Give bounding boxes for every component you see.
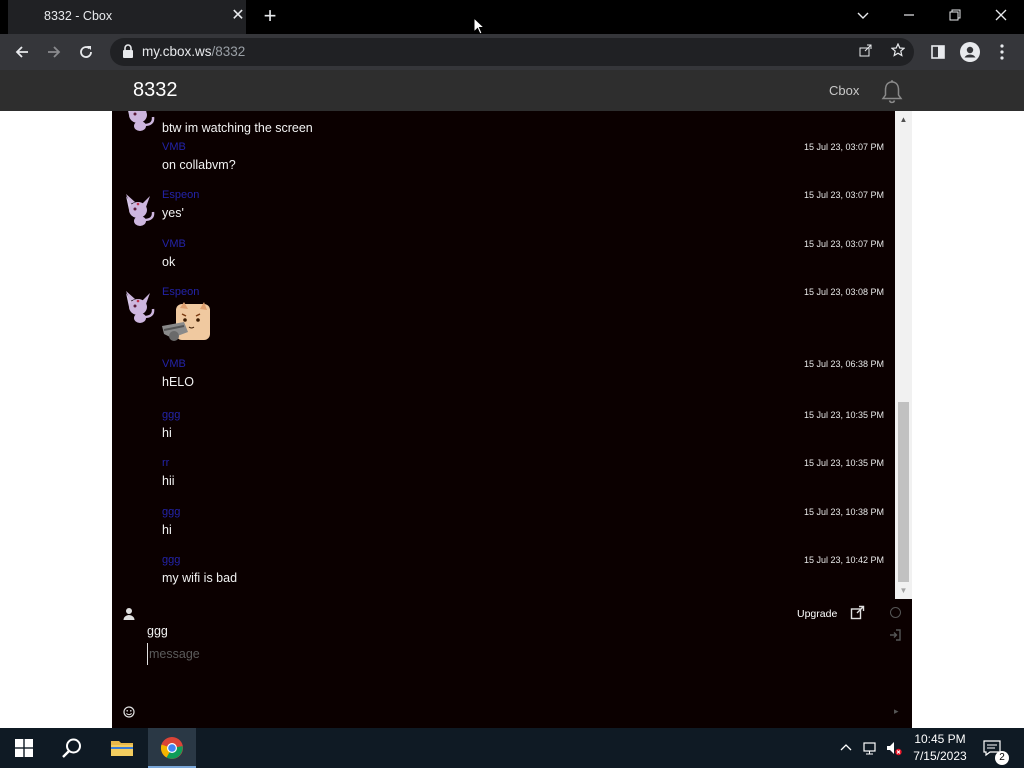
windows-logo-icon: [15, 739, 33, 757]
bell-icon[interactable]: [878, 78, 906, 106]
tab-search-icon[interactable]: [840, 2, 886, 30]
message-timestamp: 15 Jul 23, 10:38 PM: [803, 507, 884, 517]
tab-title: 8332 - Cbox: [44, 9, 113, 23]
upgrade-link[interactable]: Upgrade: [797, 608, 837, 620]
message-timestamp: 15 Jul 23, 03:08 PM: [803, 287, 884, 297]
chrome-taskbar-button[interactable]: [148, 728, 196, 768]
message-text: hii: [162, 474, 175, 488]
cbox-brand-link[interactable]: Cbox: [829, 83, 859, 98]
user-avatar-icon[interactable]: [120, 287, 158, 325]
message-timestamp: 15 Jul 23, 06:38 PM: [803, 359, 884, 369]
message-item: Espeon 15 Jul 23, 03:08 PM: [112, 284, 895, 341]
browser-toolbar: my.cbox.ws/8332: [0, 34, 1024, 70]
scroll-up-arrow-icon[interactable]: ▲: [895, 111, 912, 128]
popout-icon[interactable]: [850, 605, 865, 620]
message-timestamp: 15 Jul 23, 03:07 PM: [803, 239, 884, 249]
message-item: VMB 15 Jul 23, 06:38 PM hELO: [112, 356, 895, 406]
search-icon: [62, 738, 81, 758]
chat-scrollbar[interactable]: ▲ ▼: [895, 111, 912, 599]
message-text: ok: [162, 255, 176, 269]
profile-avatar-icon[interactable]: [956, 38, 984, 66]
message-item: ggg 15 Jul 23, 10:42 PM my wifi is bad: [112, 552, 895, 599]
back-icon[interactable]: [8, 38, 36, 66]
message-text: yes': [162, 206, 184, 220]
url-host: my.cbox.ws: [142, 44, 212, 59]
status-circle-icon[interactable]: [890, 607, 901, 618]
search-button[interactable]: [48, 728, 96, 768]
restore-button[interactable]: [932, 2, 978, 30]
message-text: my wifi is bad: [162, 571, 238, 585]
chat-box: btw im watching the screen VMB 15 Jul 23, …: [112, 111, 912, 728]
message-username[interactable]: ggg: [162, 506, 180, 518]
side-panel-icon[interactable]: [924, 38, 952, 66]
message-username[interactable]: rr: [162, 457, 169, 469]
message-username[interactable]: VMB: [162, 358, 186, 370]
message-item: VMB 15 Jul 23, 03:07 PM on collabvm?: [112, 139, 895, 189]
message-item: VMB 15 Jul 23, 03:07 PM ok: [112, 236, 895, 286]
clock-time[interactable]: 10:45 PM: [912, 732, 968, 746]
send-arrow-icon[interactable]: ▸: [894, 706, 899, 717]
chevron-up-icon[interactable]: [838, 740, 854, 756]
scroll-down-arrow-icon[interactable]: ▼: [895, 582, 912, 599]
minimize-button[interactable]: [886, 2, 932, 30]
browser-tab[interactable]: 8332 - Cbox ✕: [8, 0, 246, 34]
message-username[interactable]: Espeon: [162, 286, 199, 298]
message-text: on collabvm?: [162, 158, 236, 172]
address-bar[interactable]: my.cbox.ws/8332: [110, 38, 914, 66]
sticker-image: [162, 300, 210, 344]
clock-date[interactable]: 7/15/2023: [910, 749, 970, 763]
message-item: rr 15 Jul 23, 10:35 PM hii: [112, 455, 895, 505]
cbox-header: 8332 Cbox: [0, 70, 1024, 111]
login-icon[interactable]: [889, 629, 901, 641]
room-title: 8332: [133, 79, 178, 101]
message-text: hi: [162, 523, 172, 537]
message-username[interactable]: ggg: [162, 554, 180, 566]
user-icon[interactable]: [122, 607, 136, 621]
user-avatar-icon[interactable]: [120, 111, 158, 133]
message-timestamp: 15 Jul 23, 10:35 PM: [803, 410, 884, 420]
file-explorer-button[interactable]: [98, 728, 146, 768]
network-icon[interactable]: [862, 740, 878, 756]
post-form: Upgrade ▸: [112, 599, 912, 728]
taskbar: 10:45 PM 7/15/2023 2: [0, 728, 1024, 768]
lock-icon[interactable]: [120, 43, 136, 59]
menu-kebab-icon[interactable]: [988, 38, 1016, 66]
message-item: ggg 15 Jul 23, 10:35 PM hi: [112, 407, 895, 457]
reload-icon[interactable]: [72, 38, 100, 66]
message-list[interactable]: btw im watching the screen VMB 15 Jul 23, …: [112, 111, 895, 599]
message-text: hi: [162, 426, 172, 440]
tab-close-icon[interactable]: ✕: [228, 6, 248, 26]
message-timestamp: 15 Jul 23, 03:07 PM: [803, 142, 884, 152]
message-item: ggg 15 Jul 23, 10:38 PM hi: [112, 504, 895, 554]
url-text: my.cbox.ws/8332: [142, 44, 245, 59]
message-timestamp: 15 Jul 23, 03:07 PM: [803, 190, 884, 200]
user-avatar-icon[interactable]: [120, 190, 158, 228]
share-icon[interactable]: [855, 41, 877, 63]
emoji-icon[interactable]: [123, 706, 135, 718]
forward-icon[interactable]: [40, 38, 68, 66]
message-username[interactable]: ggg: [162, 409, 180, 421]
scrollbar-thumb[interactable]: [898, 402, 909, 582]
volume-muted-icon[interactable]: [886, 740, 902, 756]
message-timestamp: 15 Jul 23, 10:35 PM: [803, 458, 884, 468]
page-content: 8332 Cbox btw im watching the screen VMB 1…: [0, 70, 1024, 728]
browser-tab-strip: 8332 - Cbox ✕ +: [0, 0, 1024, 35]
folder-icon: [111, 741, 133, 756]
bookmark-star-icon[interactable]: [887, 41, 909, 63]
close-window-button[interactable]: [978, 2, 1024, 30]
message-input[interactable]: [147, 643, 847, 665]
message-username[interactable]: VMB: [162, 141, 186, 153]
message-username[interactable]: Espeon: [162, 189, 199, 201]
message-item: Espeon 15 Jul 23, 03:07 PM yes': [112, 187, 895, 237]
start-button[interactable]: [0, 728, 48, 768]
message-timestamp: 15 Jul 23, 10:42 PM: [803, 555, 884, 565]
url-path: /8332: [211, 44, 246, 59]
message-username[interactable]: VMB: [162, 238, 186, 250]
name-field[interactable]: [147, 622, 847, 640]
new-tab-button[interactable]: +: [258, 4, 282, 28]
message-text: btw im watching the screen: [162, 121, 313, 135]
notification-count-badge: 2: [995, 751, 1009, 765]
message-text: hELO: [162, 375, 194, 389]
chrome-icon: [160, 737, 183, 759]
